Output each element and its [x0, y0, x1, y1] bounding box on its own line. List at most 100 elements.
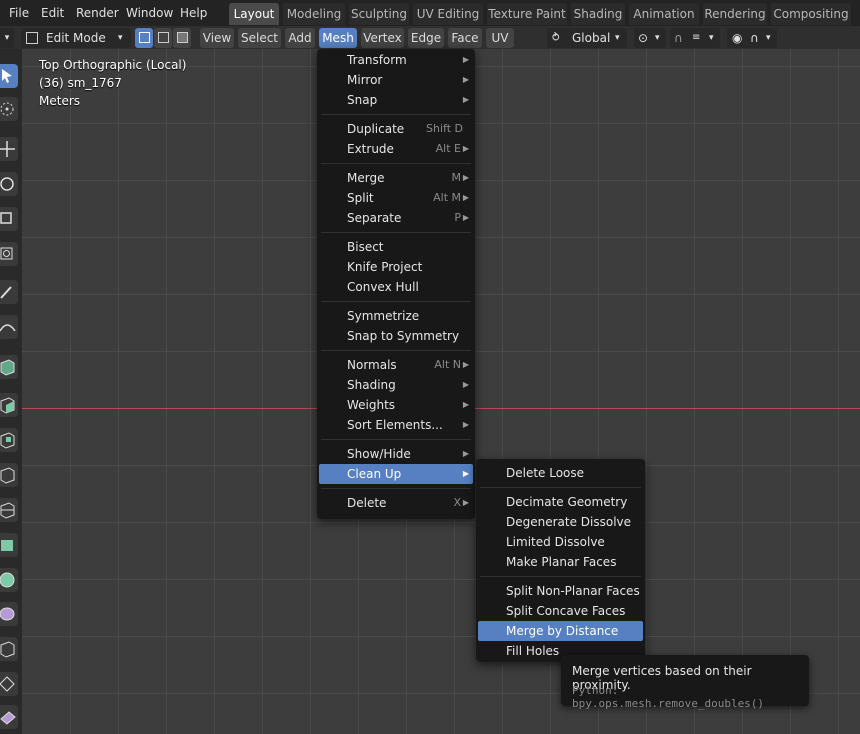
tab-rendering[interactable]: Rendering: [703, 3, 767, 25]
menu-item-bisect[interactable]: Bisect: [319, 237, 473, 257]
move-tool[interactable]: [0, 137, 18, 161]
vertex-select-button[interactable]: [135, 28, 153, 48]
menu-item-knife-project[interactable]: Knife Project: [319, 257, 473, 277]
smooth-tool[interactable]: [0, 637, 18, 661]
menu-item-duplicate[interactable]: Duplicate Shift D: [319, 119, 473, 139]
add-cube-tool[interactable]: [0, 355, 18, 379]
menu-item-split[interactable]: Split Alt M ▶: [319, 188, 473, 208]
editor-type-dropdown[interactable]: ▾: [0, 28, 14, 48]
chevron-down-icon: ▾: [118, 33, 123, 43]
face-select-button[interactable]: [173, 28, 191, 48]
knife-tool[interactable]: [0, 533, 18, 557]
menu-item-convex-hull[interactable]: Convex Hull: [319, 277, 473, 297]
tab-compositing[interactable]: Compositing: [771, 3, 851, 25]
tab-animation[interactable]: Animation: [629, 3, 699, 25]
submenu-arrow-icon: ▶: [462, 400, 469, 409]
menu-item-delete[interactable]: Delete X ▶: [319, 493, 473, 513]
menu-separator: [321, 488, 471, 489]
tab-texture-paint[interactable]: Texture Paint: [487, 3, 567, 25]
menu-item-limited-dissolve[interactable]: Limited Dissolve: [478, 532, 643, 552]
menu-item-split-non-planar-faces[interactable]: Split Non-Planar Faces: [478, 581, 643, 601]
cube-add-icon: [0, 359, 15, 376]
menu-file[interactable]: File: [9, 0, 29, 26]
shrink-fatten-tool[interactable]: [0, 705, 18, 729]
tab-shading[interactable]: Shading: [571, 3, 625, 25]
menu-item-merge[interactable]: Merge M ▶: [319, 168, 473, 188]
menu-render[interactable]: Render: [76, 0, 119, 26]
pivot-point-dropdown[interactable]: ⊙ ▾: [634, 28, 666, 48]
menu-separator: [321, 163, 471, 164]
edit-mode-icon: [26, 32, 38, 44]
extrude-tool[interactable]: [0, 393, 18, 417]
transform-tool[interactable]: [0, 242, 18, 266]
tab-uv-editing[interactable]: UV Editing: [413, 3, 483, 25]
menu-item-snap[interactable]: Snap ▶: [319, 90, 473, 110]
orientation-label: Global: [572, 31, 611, 45]
edge-slide-tool[interactable]: [0, 672, 18, 696]
menu-item-delete-loose[interactable]: Delete Loose: [478, 463, 643, 483]
proportional-editing-toggle[interactable]: ◉ ∩ ▾: [727, 28, 777, 48]
menu-item-transform[interactable]: Transform ▶: [319, 50, 473, 70]
loop-cut-tool[interactable]: [0, 498, 18, 522]
edge-select-button[interactable]: [154, 28, 172, 48]
tab-sculpting[interactable]: Sculpting: [349, 3, 409, 25]
mode-dropdown[interactable]: Edit Mode ▾: [21, 28, 131, 48]
measure-tool[interactable]: [0, 315, 18, 339]
select-box-tool[interactable]: [0, 64, 18, 88]
menu-item-extrude[interactable]: Extrude Alt E ▶: [319, 139, 473, 159]
poly-build-tool[interactable]: [0, 568, 18, 592]
menu-item-merge-by-distance[interactable]: Merge by Distance: [478, 621, 643, 641]
shortcut-label: P: [454, 211, 461, 224]
inset-tool[interactable]: [0, 428, 18, 452]
menu-separator: [321, 232, 471, 233]
mesh-menu: Transform ▶ Mirror ▶ Snap ▶ Duplicate Shift …: [317, 49, 475, 519]
tab-modeling[interactable]: Modeling: [283, 3, 345, 25]
header-menu-mesh[interactable]: Mesh: [319, 28, 357, 48]
header-menu-vertex[interactable]: Vertex: [361, 28, 404, 48]
menu-item-normals[interactable]: Normals Alt N ▶: [319, 355, 473, 375]
magnet-icon: ∩: [674, 31, 683, 45]
smooth-icon: [0, 641, 15, 658]
menu-item-make-planar-faces[interactable]: Make Planar Faces: [478, 552, 643, 572]
menu-item-separate[interactable]: Separate P ▶: [319, 208, 473, 228]
rotate-tool[interactable]: [0, 172, 18, 196]
submenu-arrow-icon: ▶: [462, 95, 469, 104]
header-menu-add[interactable]: Add: [285, 28, 315, 48]
header-menu-uv[interactable]: UV: [486, 28, 514, 48]
menu-item-shading[interactable]: Shading ▶: [319, 375, 473, 395]
menu-edit[interactable]: Edit: [41, 0, 64, 26]
submenu-arrow-icon: ▶: [462, 449, 469, 458]
menu-item-clean-up[interactable]: Clean Up ▶: [319, 464, 473, 484]
edge-select-icon: [158, 32, 169, 43]
header-menu-edge[interactable]: Edge: [408, 28, 444, 48]
transform-orientation-dropdown[interactable]: ⥁ Global ▾: [547, 28, 627, 48]
poly-build-icon: [0, 572, 15, 588]
menu-window[interactable]: Window: [126, 0, 173, 26]
cursor-tool[interactable]: [0, 97, 18, 121]
menu-item-degenerate-dissolve[interactable]: Degenerate Dissolve: [478, 512, 643, 532]
header-menu-view[interactable]: View: [200, 28, 234, 48]
annotate-tool[interactable]: [0, 280, 18, 304]
header-menu-face[interactable]: Face: [448, 28, 482, 48]
menu-help[interactable]: Help: [180, 0, 207, 26]
snap-toggle[interactable]: ∩ ≡ ▾: [670, 28, 720, 48]
menu-item-show-hide[interactable]: Show/Hide ▶: [319, 444, 473, 464]
menu-item-mirror[interactable]: Mirror ▶: [319, 70, 473, 90]
menu-item-decimate-geometry[interactable]: Decimate Geometry: [478, 492, 643, 512]
menu-item-weights[interactable]: Weights ▶: [319, 395, 473, 415]
bevel-tool[interactable]: [0, 463, 18, 487]
menu-item-sort-elements[interactable]: Sort Elements... ▶: [319, 415, 473, 435]
menu-item-snap-to-symmetry[interactable]: Snap to Symmetry: [319, 326, 473, 346]
menu-item-split-concave-faces[interactable]: Split Concave Faces: [478, 601, 643, 621]
face-select-icon: [177, 32, 188, 43]
spin-tool[interactable]: [0, 602, 18, 626]
tab-layout[interactable]: Layout: [229, 3, 279, 25]
units-label: Meters: [39, 94, 81, 108]
submenu-arrow-icon: ▶: [462, 55, 469, 64]
scale-tool[interactable]: [0, 207, 18, 231]
header-menu-select[interactable]: Select: [238, 28, 281, 48]
loop-cut-icon: [0, 502, 15, 519]
menu-item-symmetrize[interactable]: Symmetrize: [319, 306, 473, 326]
submenu-arrow-icon: ▶: [462, 498, 469, 507]
vertex-select-icon: [139, 32, 150, 43]
